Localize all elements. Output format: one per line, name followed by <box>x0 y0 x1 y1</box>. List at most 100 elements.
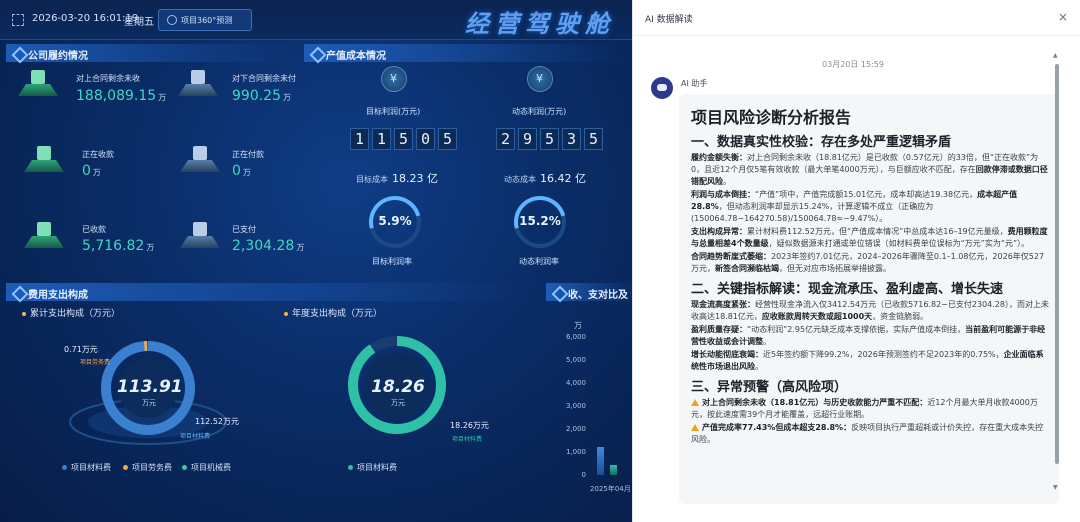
output-section-title: 产值成本情况 <box>304 44 624 62</box>
target-profit-digits: 1 1 5 0 5 <box>350 128 457 150</box>
paying-icon <box>180 146 220 172</box>
callout-labor-label: 项目劳务费 <box>80 359 111 366</box>
ratio-unit: 万 <box>574 321 582 330</box>
dynamic-rate-value: 15.2% <box>519 214 561 228</box>
digit: 1 <box>350 128 369 150</box>
ratio-bar <box>610 465 617 475</box>
callout-material-label: 项目材料费 <box>180 433 211 440</box>
warning-icon <box>691 424 699 431</box>
expense-section-title: 费用支出构成 <box>6 283 526 301</box>
cumulative-center-unit: 万元 <box>142 399 156 407</box>
warning-item: 产值完成率77.43%但成本超支28.8%：反映项目执行严重超耗或计价失控，存在… <box>691 423 1044 444</box>
scroll-up-arrow-icon[interactable]: ▲ <box>1053 52 1058 59</box>
report-paragraph: 盈利质量存疑：“动态利润”2.95亿元缺乏成本支撑依据，实际产值成本倒挂，当前盈… <box>691 325 1046 346</box>
project-icon <box>167 15 177 25</box>
report-section-2: 二、关键指标解读：现金流承压、盈利虚高、增长失速 <box>691 282 1004 297</box>
y-tick: 1,000 <box>565 448 586 456</box>
callout-material-value: 112.52万元 <box>195 417 239 426</box>
warning-icon <box>691 399 699 406</box>
scrollbar-thumb[interactable] <box>1055 64 1059 464</box>
report-paragraph: 现金流高度紧张：经营性现金净流入仅3412.54万元（已收款5716.82−已支… <box>691 300 1049 321</box>
assistant-name: AI 助手 <box>681 79 708 88</box>
y-tick: 5,000 <box>565 356 586 364</box>
metric-label: 已支付 <box>232 225 256 234</box>
payable-icon <box>178 70 218 96</box>
digit: 0 <box>416 128 435 150</box>
y-tick: 3,000 <box>565 402 586 410</box>
robot-avatar-icon <box>651 77 673 99</box>
metric-label: 对上合同剩余未收 <box>76 74 140 83</box>
callout-labor-value: 0.71万元 <box>64 345 98 354</box>
fullscreen-icon[interactable] <box>12 14 24 26</box>
scroll-down-arrow-icon[interactable]: ▼ <box>1053 484 1058 491</box>
ratio-section-title: 收、支对比及 <box>546 283 632 301</box>
target-rate-value: 5.9% <box>378 214 412 228</box>
contract-section-title: 公司履约情况 <box>6 44 296 62</box>
ai-panel-title: AI 数据解读 <box>645 15 693 25</box>
metric-label: 正在收款 <box>82 150 114 159</box>
metric-value: 0万 <box>232 163 251 179</box>
report-paragraph: 支出构成异常：累计材料费112.52万元，但“产值成本情况”中总成本达16–19… <box>691 227 1048 248</box>
dashboard-topbar: 2026-03-20 16:01:19 星期五 项目360°预测 经营驾驶舱 <box>0 0 632 40</box>
target-cost: 目标成本 18.23 亿 <box>356 172 438 185</box>
legend-annual-material: 项目材料费 <box>348 462 397 473</box>
annual-title: 年度支出构成（万元） <box>284 306 382 319</box>
digit: 3 <box>562 128 581 150</box>
report-paragraph: 利润与成本倒挂：“产值”项中，产值完成额15.01亿元，成本却高达19.38亿元… <box>691 190 1018 223</box>
digit: 2 <box>496 128 515 150</box>
weekday: 星期五 <box>124 17 154 28</box>
receiving-icon <box>24 146 64 172</box>
project-360-button[interactable]: 项目360°预测 <box>158 9 252 31</box>
ratio-bar <box>597 447 604 475</box>
annual-center-unit: 万元 <box>391 399 405 407</box>
target-rate-label: 目标利润率 <box>372 257 412 266</box>
legend-labor: 项目劳务费 <box>123 462 172 473</box>
receivable-icon <box>18 70 58 96</box>
legend-machinery: 项目机械费 <box>182 462 231 473</box>
metric-value: 0万 <box>82 163 101 179</box>
annual-callout-label: 项目材料费 <box>452 436 483 443</box>
cumulative-center-value: 113.91 <box>117 377 183 397</box>
digit: 5 <box>540 128 559 150</box>
metric-label: 对下合同剩余未付 <box>232 74 296 83</box>
metric-value: 5,716.82 万 <box>82 238 155 254</box>
dynamic-profit-label: 动态利润(万元) <box>512 107 567 116</box>
dynamic-profit-digits: 2 9 5 3 5 <box>496 128 603 150</box>
close-icon[interactable]: × <box>1058 10 1068 24</box>
report-paragraph: 合同趋势断崖式萎缩：2023年签约7.01亿元，2024–2026年骤降至0.1… <box>691 252 1045 273</box>
annual-callout-value: 18.26万元 <box>450 421 489 430</box>
y-tick: 4,000 <box>565 379 586 387</box>
digit: 1 <box>372 128 391 150</box>
digit: 5 <box>394 128 413 150</box>
ai-panel-header: AI 数据解读 × <box>633 0 1080 36</box>
datetime: 2026-03-20 16:01:19 <box>32 13 139 24</box>
target-profit-icon <box>381 66 407 92</box>
dynamic-rate-label: 动态利润率 <box>519 257 559 266</box>
digit: 5 <box>438 128 457 150</box>
report-section-3: 三、异常预警（高风险项） <box>691 380 848 395</box>
ai-message-bubble: 项目风险诊断分析报告 一、数据真实性校验：存在多处严重逻辑矛盾 履约金额失衡：对… <box>679 94 1059 504</box>
legend-material: 项目材料费 <box>62 462 111 473</box>
report-paragraph: 增长动能彻底衰竭：近5年签约额下降99.2%，2026年预测签约不足2023年的… <box>691 350 1044 371</box>
dashboard-panel: 2026-03-20 16:01:19 星期五 项目360°预测 经营驾驶舱 公… <box>0 0 632 522</box>
target-rate-ring: 5.9% <box>359 186 431 258</box>
digit: 9 <box>518 128 537 150</box>
metric-label: 已收款 <box>82 225 106 234</box>
report-paragraph: 履约金额失衡：对上合同剩余未收（18.81亿元）是已收款（0.57亿元）的33倍… <box>691 153 1048 186</box>
y-tick: 2,000 <box>565 425 586 433</box>
y-tick: 0 <box>581 471 586 479</box>
cumulative-title: 累计支出构成（万元） <box>22 306 120 319</box>
project-button-label: 项目360°预测 <box>181 16 233 25</box>
metric-value: 188,089.15 万 <box>76 88 167 104</box>
y-tick: 6,000 <box>565 333 586 341</box>
x-tick: 2025年04月 <box>590 485 631 493</box>
report-title: 项目风险诊断分析报告 <box>691 108 852 127</box>
received-icon <box>24 222 64 248</box>
dynamic-profit-icon <box>527 66 553 92</box>
metric-label: 正在付款 <box>232 150 264 159</box>
ai-panel: AI 数据解读 × 03月20日 15:59 AI 助手 项目风险诊断分析报告 … <box>632 0 1080 522</box>
target-profit-label: 目标利润(万元) <box>366 107 421 116</box>
metric-value: 990.25 万 <box>232 88 291 104</box>
warning-item: 对上合同剩余未收（18.81亿元）与历史收款能力严重不匹配：近12个月最大单月收… <box>691 398 1038 419</box>
dashboard-title: 经营驾驶舱 <box>465 10 615 38</box>
